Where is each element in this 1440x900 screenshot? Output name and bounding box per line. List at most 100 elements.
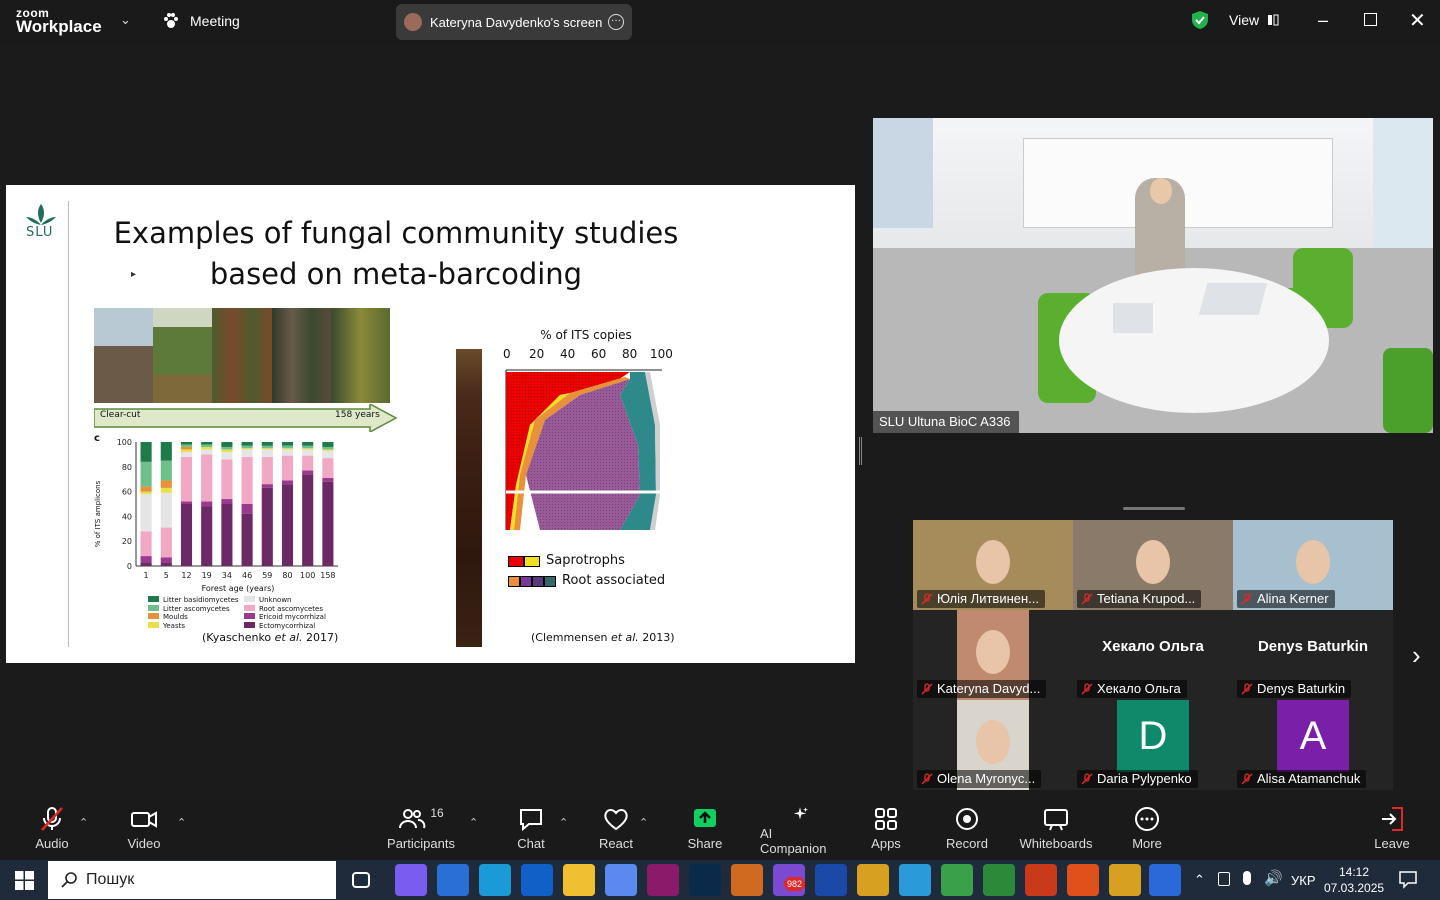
minimize-icon[interactable]: – xyxy=(1318,10,1328,31)
maximize-icon[interactable] xyxy=(1364,13,1377,26)
react-label: React xyxy=(599,836,633,851)
bar-segment xyxy=(160,480,172,488)
meeting-info-button[interactable]: Meeting xyxy=(162,12,240,30)
next-page-icon[interactable]: › xyxy=(1412,640,1421,671)
language-indicator[interactable]: УКР xyxy=(1291,873,1316,888)
more-dots-icon xyxy=(1135,807,1159,831)
title-bar: zoom Workplace ⌄ Meeting Kateryna Davyde… xyxy=(0,0,1440,44)
m365-copilot-icon[interactable] xyxy=(605,864,637,896)
ai-companion-button[interactable]: AI Companion xyxy=(760,806,840,856)
soil-profile-area-chart xyxy=(505,369,662,530)
participant-tile[interactable]: Хекало Ольга Хекало Ольга xyxy=(1073,610,1233,700)
chat-caret-icon[interactable]: ⌃ xyxy=(559,816,568,829)
audio-button[interactable]: Audio xyxy=(30,806,74,856)
copilot-icon[interactable] xyxy=(395,864,427,896)
x-tick-label: 19 xyxy=(202,571,212,580)
bar-segment xyxy=(180,501,193,504)
participant-tile[interactable]: Kateryna Davyd... xyxy=(913,610,1073,700)
windows-start-icon[interactable] xyxy=(15,871,34,890)
chevron-down-icon[interactable]: ⌄ xyxy=(120,12,131,28)
zoom-taskbar-icon[interactable] xyxy=(1149,864,1181,896)
citation-left: (Kyaschenko et al. 2017) xyxy=(202,631,339,644)
slide-title-line1: Examples of fungal community studies xyxy=(113,216,679,250)
x-tick-label: 12 xyxy=(181,571,191,580)
participant-tile[interactable]: D Daria Pylypenko xyxy=(1073,700,1233,790)
view-button[interactable]: View xyxy=(1229,12,1279,28)
bar-segment xyxy=(322,449,334,451)
green-app-icon[interactable] xyxy=(983,864,1015,896)
browser-icon[interactable] xyxy=(731,864,763,896)
participant-tile[interactable]: Юлія Литвинен... xyxy=(913,520,1073,610)
slu-logo-text: SLU xyxy=(26,225,54,240)
legend-item: Ectomycorrhizal xyxy=(244,621,326,631)
bar-segment xyxy=(322,481,334,566)
record-button[interactable]: Record xyxy=(944,806,990,856)
opera-icon[interactable] xyxy=(1067,864,1099,896)
bar-segment xyxy=(261,442,273,446)
edge-icon[interactable] xyxy=(479,864,511,896)
muted-mic-icon xyxy=(1241,773,1253,785)
right-chart-title: % of ITS copies xyxy=(540,328,632,342)
bar-segment xyxy=(140,491,152,495)
photoshop-icon[interactable] xyxy=(689,864,721,896)
chrome-profile-icon[interactable] xyxy=(1109,864,1141,896)
task-view-icon[interactable] xyxy=(352,872,370,888)
audio-caret-icon[interactable]: ⌃ xyxy=(79,816,88,829)
participant-tile[interactable]: Tetiana Krupod... xyxy=(1073,520,1233,610)
more-button[interactable]: More xyxy=(1126,806,1168,856)
telegram-icon[interactable] xyxy=(899,864,931,896)
participant-tile[interactable]: Olena Myronyc... xyxy=(913,700,1073,790)
participant-tile[interactable]: Denys Baturkin Denys Baturkin xyxy=(1233,610,1393,700)
participant-tile[interactable]: A Alisa Atamanchuk xyxy=(1233,700,1393,790)
bar-segment xyxy=(180,449,193,452)
bar-segment xyxy=(221,459,233,500)
speaker-icon[interactable]: 🔊 xyxy=(1264,869,1283,887)
legend-item: Root associated xyxy=(508,571,665,591)
video-label: Video xyxy=(127,836,161,851)
microphone-tray-icon[interactable] xyxy=(1243,871,1251,885)
taskbar-search-box[interactable]: Пошук xyxy=(48,861,336,899)
chrome-icon[interactable] xyxy=(941,864,973,896)
mouse-cursor-icon: ▸ xyxy=(131,269,137,280)
audio-label: Audio xyxy=(35,836,69,851)
gallery-drag-handle[interactable] xyxy=(1123,507,1185,510)
leave-door-icon xyxy=(1382,807,1403,831)
whiteboards-button[interactable]: Whiteboards xyxy=(1018,806,1094,856)
react-caret-icon[interactable]: ⌃ xyxy=(639,816,648,829)
slide-divider xyxy=(68,201,69,647)
share-button[interactable]: Share xyxy=(684,806,726,856)
close-icon[interactable]: ✕ xyxy=(1409,8,1426,33)
bar-segment xyxy=(140,442,152,462)
clock[interactable]: 14:12 07.03.2025 xyxy=(1324,864,1384,896)
room-table xyxy=(1059,268,1329,413)
microsoft-store-icon[interactable] xyxy=(437,864,469,896)
split-resize-handle[interactable] xyxy=(859,437,862,465)
apps-button[interactable]: Apps xyxy=(866,806,906,856)
zoom-logo[interactable]: zoom Workplace xyxy=(16,7,102,35)
participant-tile[interactable]: Alina Kerner xyxy=(1233,520,1393,610)
word-icon[interactable] xyxy=(815,864,847,896)
pdf-reader-icon[interactable] xyxy=(647,864,679,896)
leave-button[interactable]: Leave xyxy=(1372,806,1412,856)
notification-center-icon[interactable] xyxy=(1398,870,1418,889)
more-options-icon[interactable]: ··· xyxy=(608,14,624,30)
file-explorer-icon[interactable] xyxy=(563,864,595,896)
powerpoint-icon[interactable] xyxy=(1025,864,1057,896)
main-video-tile[interactable]: SLU Ultuna BioC A336 xyxy=(873,118,1433,433)
muted-mic-icon xyxy=(1081,773,1093,785)
chat-button[interactable]: Chat xyxy=(510,806,552,856)
participants-button[interactable]: 16 Participants xyxy=(386,806,456,856)
video-button[interactable]: Video xyxy=(122,806,166,856)
outlook-icon[interactable] xyxy=(521,864,553,896)
screen-share-pill[interactable]: Kateryna Davydenko's screen ··· xyxy=(396,4,632,40)
encryption-shield-icon[interactable] xyxy=(1191,10,1209,30)
participants-caret-icon[interactable]: ⌃ xyxy=(469,816,478,829)
x-tick-label: 158 xyxy=(320,571,335,580)
participant-face xyxy=(976,630,1010,674)
meet-now-icon[interactable] xyxy=(1218,872,1230,886)
video-caret-icon[interactable]: ⌃ xyxy=(177,816,186,829)
slide-title-line2: based on meta-barcoding xyxy=(209,257,583,291)
chrome-icon[interactable] xyxy=(857,864,889,896)
tray-overflow-icon[interactable]: ⌃ xyxy=(1194,872,1205,888)
react-button[interactable]: React xyxy=(596,806,636,856)
